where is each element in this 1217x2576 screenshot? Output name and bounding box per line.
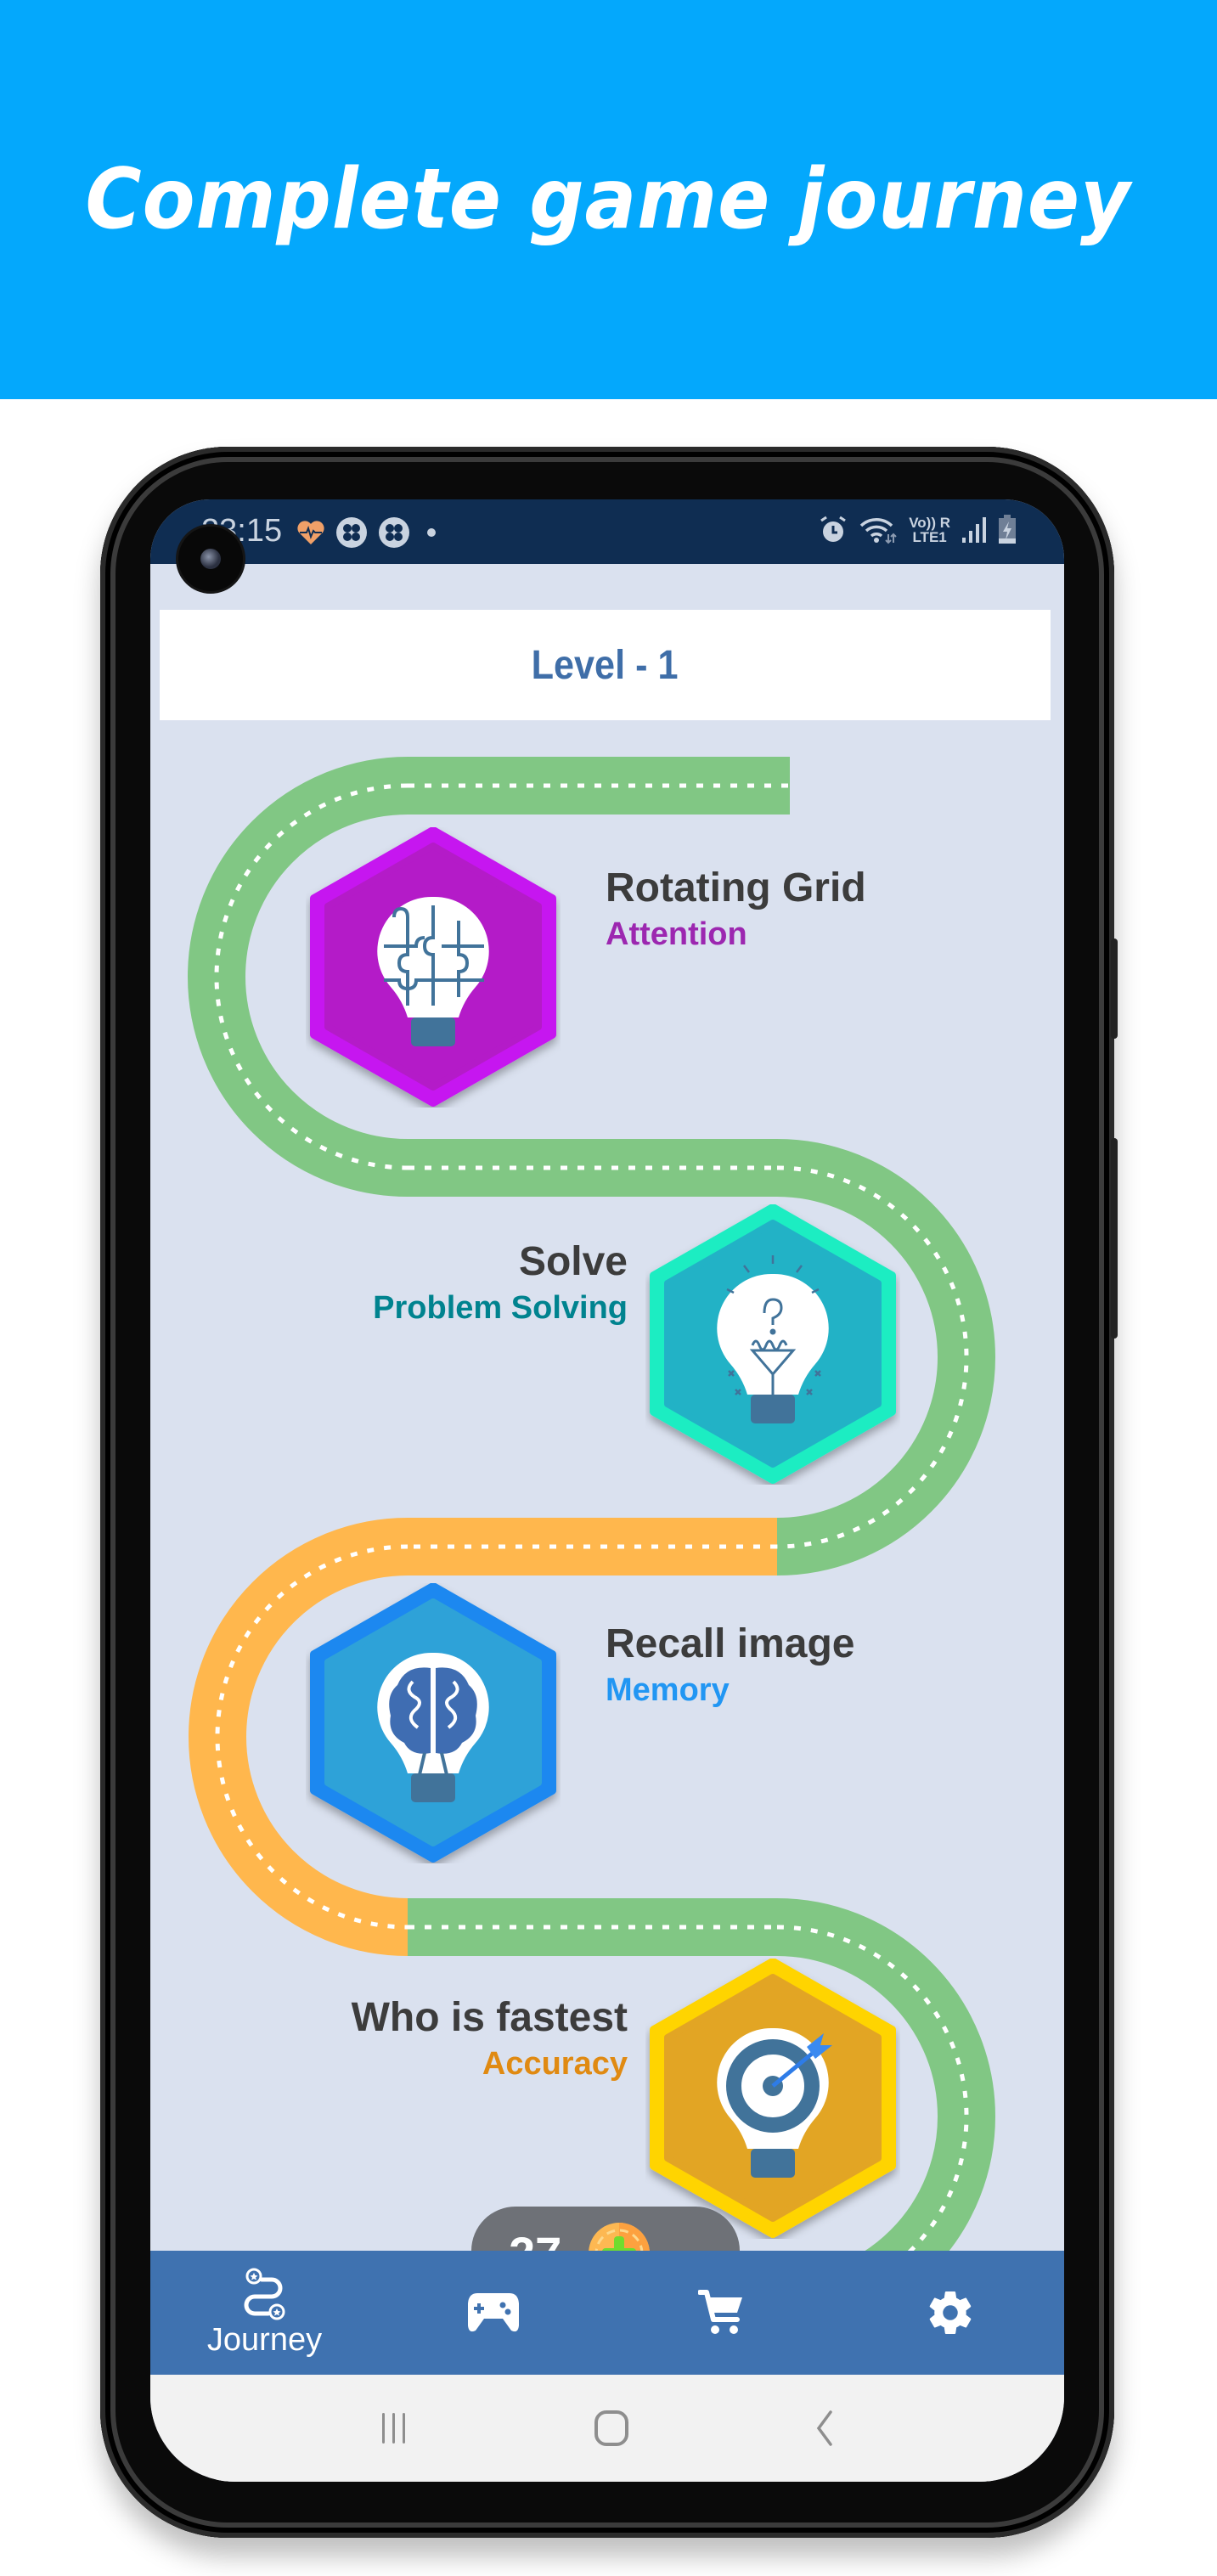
nav-journey-label: Journey: [206, 2321, 323, 2358]
bottom-nav: Journey: [150, 2251, 1064, 2375]
game-title: Rotating Grid: [606, 865, 866, 910]
game-category: Accuracy: [482, 2046, 628, 2082]
home-icon[interactable]: [593, 2409, 630, 2448]
power-button: [1111, 1138, 1118, 1339]
gear-icon: [929, 2291, 971, 2335]
gamepad-icon: [467, 2293, 519, 2332]
game-label[interactable]: Solve Problem Solving: [373, 1238, 628, 1327]
game-node[interactable]: [645, 1203, 900, 1485]
game-title: Who is fastest: [351, 1995, 628, 2040]
system-nav: [150, 2375, 1064, 2482]
journey-path-icon: [244, 2268, 285, 2320]
journey-path: [188, 757, 995, 2335]
back-icon[interactable]: [812, 2409, 837, 2448]
cart-icon: [697, 2290, 742, 2334]
nav-settings[interactable]: [836, 2251, 1064, 2375]
game-label[interactable]: Rotating Grid Attention: [606, 865, 866, 953]
game-category: Memory: [606, 1672, 730, 1708]
front-camera: [178, 527, 243, 591]
game-title: Recall image: [606, 1621, 855, 1666]
game-node[interactable]: [306, 1582, 561, 1863]
promo-banner: Complete game journey: [0, 0, 1217, 399]
puzzle-bulb-icon: [310, 826, 556, 1107]
game-title: Solve: [518, 1239, 628, 1284]
game-category: Problem Solving: [373, 1290, 628, 1326]
game-node[interactable]: [645, 1958, 900, 2239]
game-label[interactable]: Recall image Memory: [606, 1621, 854, 1709]
nav-games[interactable]: [379, 2251, 607, 2375]
banner-title: Complete game journey: [85, 151, 1132, 248]
game-category: Attention: [606, 916, 747, 952]
game-label[interactable]: Who is fastest Accuracy: [352, 1994, 628, 2083]
brain-bulb-icon: [310, 1582, 556, 1863]
nav-shop[interactable]: [607, 2251, 836, 2375]
game-node[interactable]: [306, 826, 561, 1108]
nav-journey[interactable]: Journey: [150, 2251, 379, 2375]
question-bulb-icon: [650, 1203, 896, 1484]
app-screen: 23:15 Vo)) R LTE1 Level - 1 Rotating Gri…: [150, 499, 1064, 2482]
target-bulb-icon: [650, 1958, 896, 2238]
recents-icon[interactable]: [377, 2410, 411, 2447]
volume-button: [1111, 939, 1118, 1039]
